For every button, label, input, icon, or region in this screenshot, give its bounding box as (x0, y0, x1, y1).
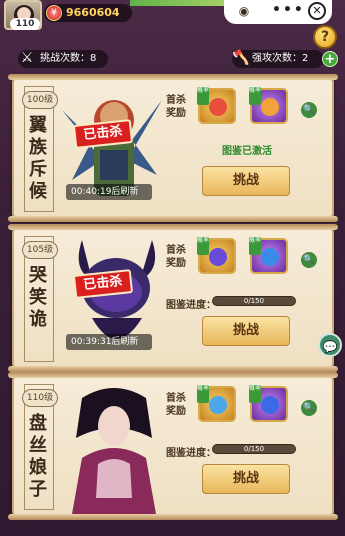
collection-activated: 图鉴已激活 (222, 146, 272, 157)
boss-card-2: 105级 哭笑诡 已击杀 00:39:31后刷新 首杀奖励 概率 概率 🔍 图鉴… (8, 224, 338, 372)
strong-value: 2 (302, 53, 309, 64)
probability-tag: 概率 (249, 237, 261, 255)
player-level: 110 (10, 18, 40, 30)
first-kill-label: 首杀奖励 (166, 245, 186, 269)
magnify-icon[interactable]: 🔍 (301, 252, 317, 268)
challenge-button[interactable]: 挑战 (202, 166, 290, 196)
currency-value: 9660604 (66, 6, 120, 19)
reward-item-1[interactable]: 概率 (197, 237, 236, 274)
magnify-icon[interactable]: 🔍 (301, 102, 317, 118)
reward-item-1[interactable]: 概率 (197, 87, 236, 124)
reward-gem-icon (209, 248, 227, 266)
crossed-swords-icon: ⚔ (20, 50, 34, 66)
challenge-value: 8 (90, 53, 97, 64)
boss-portrait (52, 378, 170, 514)
reward-gem-icon (261, 98, 279, 116)
first-kill-label: 首杀奖励 (166, 393, 186, 417)
coin-icon: ¥ (46, 5, 62, 21)
reward-item-1[interactable]: 概率 (197, 385, 236, 422)
challenge-button[interactable]: 挑战 (202, 316, 290, 346)
boss-namebox: 110级 盘丝娘子 (22, 384, 58, 510)
refresh-timer: 00:39:31后刷新 (66, 334, 152, 350)
eye-icon[interactable]: ◉ (234, 4, 254, 18)
reward-item-2[interactable]: 概率 (249, 87, 288, 124)
challenge-button[interactable]: 挑战 (202, 464, 290, 494)
first-kill-label: 首杀奖励 (166, 95, 186, 119)
boss-name: 盘丝娘子 (29, 413, 47, 500)
reward-gem-icon (209, 396, 227, 414)
strong-label: 强攻次数： (252, 53, 302, 64)
magnify-icon[interactable]: 🔍 (301, 400, 317, 416)
more-dots-button[interactable]: ••• (272, 2, 305, 18)
reward-item-2[interactable]: 概率 (249, 237, 288, 274)
chat-icon[interactable]: 💬 (318, 333, 342, 357)
help-button[interactable]: ? (313, 25, 337, 49)
top-bar: 110 ¥ 9660604 ◉ ••• ✕ (0, 0, 345, 30)
miniprogram-menu: ◉ ••• ✕ (224, 0, 332, 24)
challenge-counter: ⚔ 挑战次数：8 (18, 50, 108, 68)
collection-progress-bar: 0/150 (212, 444, 296, 454)
boss-card-3: 110级 盘丝娘子 首杀奖励 概率 概率 🔍 图鉴进度： 0/150 挑战 (8, 372, 338, 520)
probability-tag: 概率 (197, 87, 209, 105)
boss-name: 翼族斥候 (29, 115, 47, 202)
collection-progress-bar: 0/150 (212, 296, 296, 306)
boss-namebox: 100级 翼族斥候 (22, 86, 58, 212)
collection-progress-label: 图鉴进度： (166, 300, 216, 311)
boss-namebox: 105级 哭笑诡 (22, 236, 58, 362)
axe-icon: 🪓 (232, 50, 250, 66)
progress-text: 0/150 (243, 297, 265, 305)
currency-bar: ¥ 9660604 (44, 4, 132, 22)
boss-card-1: 100级 翼族斥候 已击杀 00:40:19后刷新 首杀奖励 概率 概率 🔍 图… (8, 74, 338, 222)
progress-text: 0/150 (243, 445, 265, 453)
probability-tag: 概率 (197, 385, 209, 403)
probability-tag: 概率 (249, 87, 261, 105)
reward-gem-icon (261, 396, 279, 414)
close-button[interactable]: ✕ (308, 2, 326, 20)
reward-gem-icon (261, 248, 279, 266)
challenge-label: 挑战次数： (40, 53, 90, 64)
boss-name: 哭笑诡 (29, 265, 47, 330)
add-attempts-button[interactable]: + (322, 51, 338, 67)
probability-tag: 概率 (197, 237, 209, 255)
reward-gem-icon (209, 98, 227, 116)
probability-tag: 概率 (249, 385, 261, 403)
reward-item-2[interactable]: 概率 (249, 385, 288, 422)
collection-progress-label: 图鉴进度： (166, 448, 216, 459)
refresh-timer: 00:40:19后刷新 (66, 184, 152, 200)
strong-attack-counter: 🪓 强攻次数：2 (232, 50, 324, 68)
